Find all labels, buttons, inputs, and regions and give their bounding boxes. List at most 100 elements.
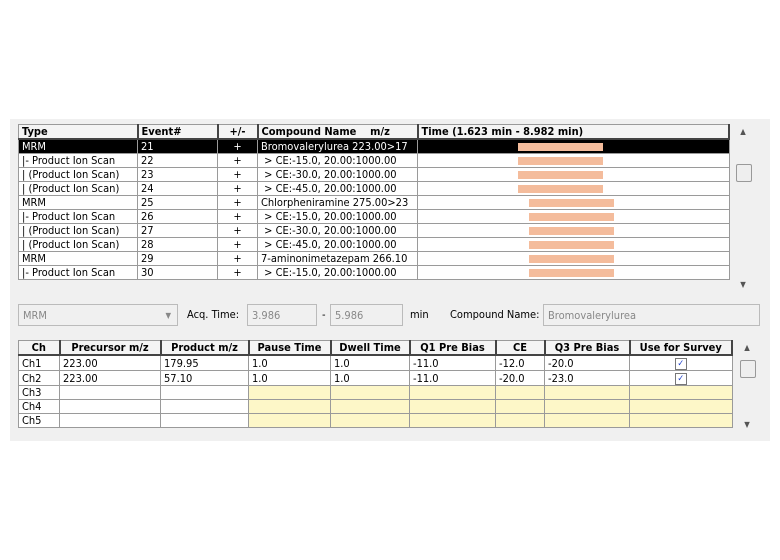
channel-cell[interactable]: [544, 413, 630, 428]
channel-cell[interactable]: 179.95: [160, 354, 249, 371]
channel-row[interactable]: Ch1 223.00 179.95 1.0 1.0 -11.0 -12.0 -20.0 ✓: [18, 354, 733, 371]
time-bar[interactable]: [518, 143, 603, 151]
survey-cell[interactable]: ✓: [629, 354, 733, 371]
acq-end-input[interactable]: 5.986: [330, 304, 403, 326]
compound-name-input[interactable]: Bromovalerylurea: [543, 304, 760, 326]
column-header[interactable]: Precursor m/z: [59, 340, 162, 356]
channel-cell[interactable]: -12.0: [495, 354, 545, 371]
channel-cell[interactable]: 1.0: [330, 370, 410, 386]
time-bar[interactable]: [529, 255, 615, 263]
channel-cell[interactable]: [248, 413, 331, 428]
channel-cell[interactable]: 223.00: [59, 370, 161, 386]
time-bar[interactable]: [518, 171, 603, 179]
channel-cell[interactable]: [330, 413, 410, 428]
time-bar[interactable]: [529, 199, 615, 207]
survey-checkbox[interactable]: ✓: [674, 373, 687, 385]
column-header[interactable]: Type: [18, 124, 139, 140]
channel-cell[interactable]: -11.0: [409, 370, 496, 386]
column-header[interactable]: Use for Survey: [629, 340, 733, 356]
acq-start-input[interactable]: 3.986: [247, 304, 317, 326]
time-bar[interactable]: [518, 185, 603, 193]
channel-cell[interactable]: -20.0: [495, 370, 545, 386]
time-bar[interactable]: [529, 269, 615, 277]
event-polarity: +: [217, 195, 258, 210]
channel-row[interactable]: Ch3: [18, 385, 733, 400]
survey-checkbox[interactable]: ✓: [674, 358, 687, 370]
event-row[interactable]: MRM 21 + Bromovalerylurea 223.00>17: [18, 138, 730, 154]
event-row[interactable]: |- Product Ion Scan 22 + > CE:-15.0, 20.00…: [18, 153, 730, 168]
channel-cell[interactable]: -11.0: [409, 354, 496, 371]
channel-cell[interactable]: 1.0: [248, 354, 331, 371]
channel-cell[interactable]: [409, 385, 496, 400]
channel-cell[interactable]: 223.00: [59, 354, 161, 371]
column-header[interactable]: Q3 Pre Bias: [544, 340, 631, 356]
event-polarity: +: [217, 237, 258, 252]
event-row[interactable]: | (Product Ion Scan) 27 + > CE:-30.0, 20.0…: [18, 223, 730, 238]
column-header[interactable]: CE: [495, 340, 546, 356]
column-header[interactable]: Product m/z: [160, 340, 250, 356]
channel-cell[interactable]: [495, 413, 545, 428]
event-time-cell: [417, 138, 730, 154]
channel-cell[interactable]: [495, 399, 545, 414]
channel-cell[interactable]: [59, 399, 161, 414]
scroll-up-icon[interactable]: ▲: [737, 343, 757, 352]
channel-cell[interactable]: -23.0: [544, 370, 630, 386]
time-bar[interactable]: [529, 241, 615, 249]
channel-id: Ch4: [18, 399, 60, 414]
channel-cell[interactable]: 1.0: [330, 354, 410, 371]
scroll-down-icon[interactable]: ▼: [733, 280, 753, 289]
channel-row[interactable]: Ch5: [18, 413, 733, 428]
column-header[interactable]: Ch: [18, 340, 61, 356]
type-select[interactable]: MRM ▼: [18, 304, 178, 326]
channel-row[interactable]: Ch4: [18, 399, 733, 414]
channel-id: Ch2: [18, 370, 60, 386]
channel-cell[interactable]: [248, 385, 331, 400]
column-header[interactable]: +/-: [217, 124, 259, 140]
column-header[interactable]: Compound Name m/z: [257, 124, 419, 140]
channel-cell[interactable]: -20.0: [544, 354, 630, 371]
scroll-up-icon[interactable]: ▲: [733, 127, 753, 136]
column-header[interactable]: Time (1.623 min - 8.982 min): [417, 124, 730, 140]
event-time-cell: [417, 223, 730, 238]
channel-cell[interactable]: [409, 413, 496, 428]
event-row[interactable]: MRM 29 +7-aminonimetazepam 266.10: [18, 251, 730, 266]
event-row[interactable]: | (Product Ion Scan) 28 + > CE:-45.0, 20.0…: [18, 237, 730, 252]
scroll-down-icon[interactable]: ▼: [737, 420, 757, 429]
channel-cell[interactable]: [160, 399, 249, 414]
time-bar[interactable]: [518, 157, 603, 165]
channel-cell[interactable]: [544, 399, 630, 414]
scroll-thumb[interactable]: [736, 164, 752, 182]
channel-cell[interactable]: [330, 399, 410, 414]
survey-cell[interactable]: ✓: [629, 370, 733, 386]
scroll-thumb[interactable]: [740, 360, 756, 378]
event-row[interactable]: |- Product Ion Scan 26 + > CE:-15.0, 20.00…: [18, 209, 730, 224]
survey-cell[interactable]: [629, 399, 733, 414]
channel-scrollbar[interactable]: ▲ ▼: [737, 340, 757, 432]
event-time-cell: [417, 251, 730, 266]
channel-row[interactable]: Ch2 223.00 57.10 1.0 1.0 -11.0 -20.0 -23.0 ✓: [18, 370, 733, 386]
channel-cell[interactable]: 1.0: [248, 370, 331, 386]
event-row[interactable]: MRM 25 + Chlorpheniramine 275.00>23: [18, 195, 730, 210]
channel-cell[interactable]: [160, 413, 249, 428]
channel-cell[interactable]: [330, 385, 410, 400]
column-header[interactable]: Dwell Time: [330, 340, 411, 356]
channel-cell[interactable]: [495, 385, 545, 400]
event-row[interactable]: |- Product Ion Scan 30 + > CE:-15.0, 20.00…: [18, 265, 730, 280]
column-header[interactable]: Event#: [137, 124, 219, 140]
survey-cell[interactable]: [629, 413, 733, 428]
channel-cell[interactable]: [544, 385, 630, 400]
channel-cell[interactable]: [59, 413, 161, 428]
channel-cell[interactable]: [248, 399, 331, 414]
column-header[interactable]: Pause Time: [248, 340, 332, 356]
channel-cell[interactable]: [59, 385, 161, 400]
time-bar[interactable]: [529, 227, 615, 235]
event-row[interactable]: | (Product Ion Scan) 23 + > CE:-30.0, 20.0…: [18, 167, 730, 182]
survey-cell[interactable]: [629, 385, 733, 400]
channel-cell[interactable]: [409, 399, 496, 414]
event-row[interactable]: | (Product Ion Scan) 24 + > CE:-45.0, 20.0…: [18, 181, 730, 196]
event-scrollbar[interactable]: ▲ ▼: [733, 124, 753, 292]
channel-cell[interactable]: 57.10: [160, 370, 249, 386]
column-header[interactable]: Q1 Pre Bias: [409, 340, 497, 356]
time-bar[interactable]: [529, 213, 615, 221]
channel-cell[interactable]: [160, 385, 249, 400]
